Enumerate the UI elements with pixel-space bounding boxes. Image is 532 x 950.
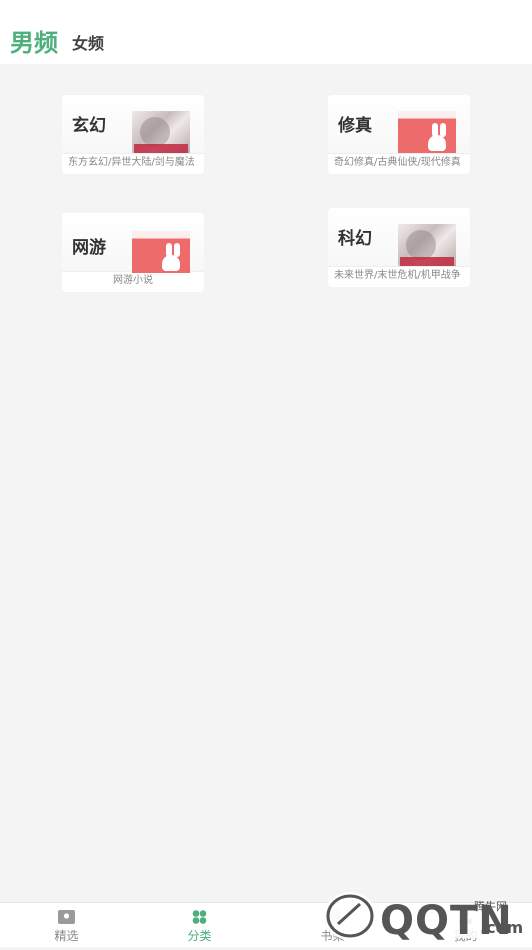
clover-icon [191, 909, 208, 924]
category-desc: 未来世界/末世危机/机甲战争 [328, 266, 470, 287]
category-cover-image [132, 231, 190, 273]
nav-item-category[interactable]: 分类 [133, 903, 266, 947]
shop-icon [58, 909, 75, 924]
category-desc: 东方玄幻/异世大陆/剑与魔法 [62, 153, 204, 174]
category-name: 玄幻 [72, 116, 106, 136]
category-card-xiuzhen[interactable]: 修真 奇幻修真/古典仙侠/现代修真 [328, 95, 470, 174]
top-header: 男频 女频 [0, 0, 532, 64]
category-desc: 奇幻修真/古典仙侠/现代修真 [328, 153, 470, 174]
nav-label: 精选 [54, 929, 79, 943]
nav-item-featured[interactable]: 精选 [0, 903, 133, 947]
tab-female[interactable]: 女频 [72, 33, 104, 55]
category-cover-image [398, 111, 456, 153]
site-watermark: QQTN .com 腾牛网 [320, 888, 532, 946]
category-cover-image [132, 111, 190, 153]
category-name: 科幻 [338, 229, 372, 249]
watermark-site-name: 腾牛网 [474, 900, 507, 913]
category-cover-image [398, 224, 456, 266]
category-card-xuanhuan[interactable]: 玄幻 东方玄幻/异世大陆/剑与魔法 [62, 95, 204, 174]
category-desc: 网游小说 [62, 271, 204, 292]
category-card-kehuan[interactable]: 科幻 未来世界/末世危机/机甲战争 [328, 208, 470, 287]
category-name: 修真 [338, 116, 372, 136]
category-card-wangyou[interactable]: 网游 网游小说 [62, 213, 204, 292]
tab-male[interactable]: 男频 [10, 26, 58, 60]
nav-label: 分类 [187, 929, 212, 943]
watermark-domain: .com [480, 918, 524, 937]
category-name: 网游 [72, 238, 106, 258]
